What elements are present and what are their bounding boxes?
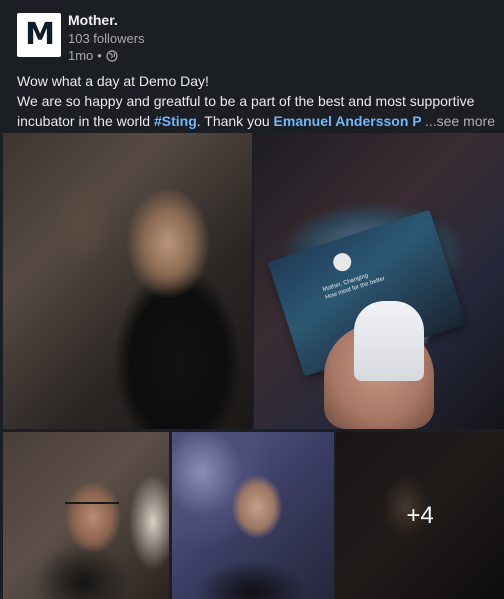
see-more-link[interactable]: ...see more: [420, 111, 495, 131]
brochure-text: Mother. Changing How mind for the better: [322, 267, 386, 301]
post-text: Wow what a day at Demo Day! We are so ha…: [17, 71, 495, 131]
company-logo[interactable]: M: [17, 13, 61, 57]
cup-shape: [354, 301, 424, 381]
post-photo[interactable]: Mother. Changing How mind for the better: [254, 133, 504, 429]
post-meta: 1mo •: [68, 48, 118, 63]
post-text-line: Wow what a day at Demo Day!: [17, 73, 209, 89]
follower-count: 103 followers: [68, 31, 145, 46]
company-name[interactable]: Mother.: [68, 12, 118, 28]
company-logo-letter: M: [25, 17, 55, 52]
globe-icon: [106, 49, 118, 62]
post-header: M Mother. 103 followers 1mo •: [0, 0, 504, 70]
post-text-segment: incubator in the world: [17, 113, 154, 129]
glasses-shape: [65, 502, 119, 516]
post-text-line: incubator in the world #Sting. Thank you…: [17, 111, 495, 131]
post-text-segment: . Thank you: [196, 113, 274, 129]
hashtag-link[interactable]: #Sting: [154, 113, 197, 129]
post-photo[interactable]: [3, 432, 169, 599]
post-photo[interactable]: [3, 133, 252, 429]
post-time: 1mo: [68, 48, 94, 63]
post-photo[interactable]: [172, 432, 334, 599]
brochure-logo: [330, 250, 354, 274]
more-photos-overlay[interactable]: +4: [336, 432, 504, 599]
post-text-line: We are so happy and greatful to be a par…: [17, 93, 475, 109]
post-photo-more[interactable]: +4: [336, 432, 504, 599]
more-photos-count: +4: [406, 501, 434, 529]
meta-separator: •: [97, 48, 102, 63]
